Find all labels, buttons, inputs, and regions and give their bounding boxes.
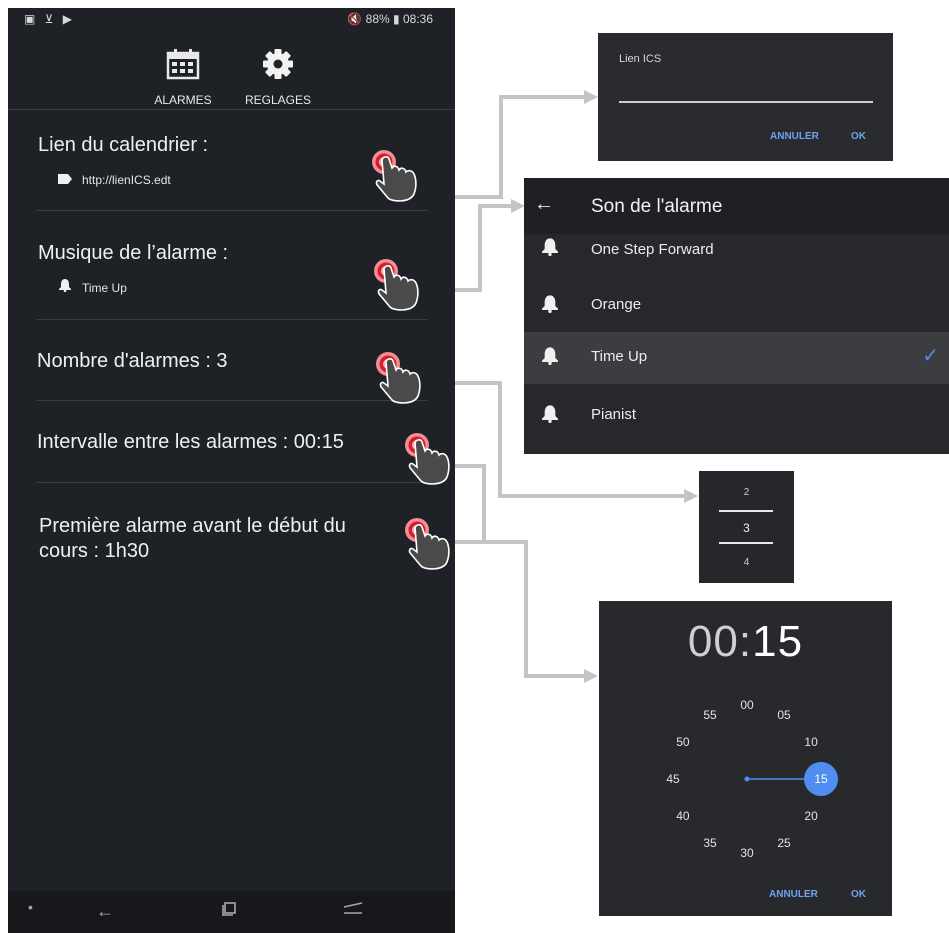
status-right-info: 🔇 88% ▮ 08:36	[347, 12, 433, 26]
sound-name: One Step Forward	[591, 241, 714, 258]
calendar-icon	[166, 49, 200, 80]
divider	[36, 400, 428, 401]
dial-center-dot	[744, 776, 750, 782]
dial-minute-label[interactable]: 35	[703, 836, 717, 850]
bell-icon	[542, 347, 558, 365]
status-bar: ▣ ⊻ ▶ 🔇 88% ▮ 08:36	[8, 8, 455, 30]
sound-list-item[interactable]: Orange	[524, 280, 949, 332]
dial-minute-label[interactable]: 25	[777, 836, 791, 850]
cancel-button[interactable]: ANNULER	[770, 131, 819, 142]
check-icon: ✓	[922, 345, 939, 367]
dial-minute-label[interactable]: 45	[666, 772, 680, 786]
bell-icon	[542, 238, 558, 256]
status-left-icons: ▣ ⊻ ▶	[24, 12, 76, 26]
picker-divider	[719, 510, 773, 512]
dial-minute-label[interactable]: 20	[804, 809, 818, 823]
sound-list-item[interactable]: Pianist	[524, 390, 949, 442]
ics-link-label: Lien ICS	[619, 53, 662, 65]
back-icon[interactable]: ←	[96, 901, 114, 922]
minute-dial[interactable]: 00 05 10 15 20 25 30 35 40 45 50 55	[599, 601, 892, 916]
ics-link-input[interactable]	[619, 101, 873, 103]
dial-minute-label[interactable]: 50	[676, 735, 690, 749]
dial-minute-label[interactable]: 10	[804, 735, 818, 749]
setting-alarm-count[interactable]: Nombre d'alarmes : 3	[37, 350, 228, 373]
setting-first-alarm[interactable]: Première alarme avant le début du cours …	[39, 514, 391, 564]
sound-name: Time Up	[591, 348, 648, 365]
bell-icon	[542, 295, 558, 313]
dial-minute-label[interactable]: 55	[703, 708, 717, 722]
bell-icon	[542, 405, 558, 423]
tab-reglages[interactable]: REGLAGES	[240, 48, 316, 107]
alarm-music-text: Time Up	[82, 281, 127, 295]
tab-alarmes-label: ALARMES	[154, 93, 212, 107]
tab-reglages-label: REGLAGES	[244, 93, 312, 107]
tap-hand-icon	[372, 150, 417, 202]
divider	[36, 482, 428, 483]
bell-icon	[59, 279, 71, 292]
tap-hand-icon	[374, 259, 419, 311]
dial-minute-label[interactable]: 40	[676, 809, 690, 823]
sound-name: Orange	[591, 296, 642, 313]
sound-name: Pianist	[591, 406, 637, 423]
setting-calendar-link-title[interactable]: Lien du calendrier :	[38, 134, 208, 157]
gear-icon	[263, 49, 293, 79]
setting-calendar-link-value[interactable]: http://lienICS.edt	[58, 173, 171, 187]
divider	[8, 109, 455, 110]
sound-list-item[interactable]: One Step Forward	[524, 228, 949, 268]
dial-minute-label[interactable]: 05	[777, 708, 791, 722]
dial-minute-label[interactable]: 00	[740, 698, 754, 712]
divider	[36, 319, 428, 320]
setting-alarm-music-title[interactable]: Musique de l’alarme :	[38, 242, 228, 265]
tap-hand-icon	[376, 352, 421, 404]
label-tag-icon	[58, 174, 72, 184]
picker-prev-value[interactable]: 2	[699, 487, 794, 498]
setting-interval[interactable]: Intervalle entre les alarmes : 00:15	[37, 431, 344, 454]
nav-dot-icon: •	[28, 899, 33, 915]
picker-current-value[interactable]: 3	[699, 521, 794, 535]
phone-screen: ▣ ⊻ ▶ 🔇 88% ▮ 08:36 ALARMES REGLAGES Lie…	[8, 8, 455, 933]
alarm-count-picker[interactable]: 2 3 4	[699, 471, 794, 583]
tap-hand-icon	[405, 518, 450, 570]
picker-divider	[719, 542, 773, 544]
sound-dialog-title: Son de l'alarme	[591, 196, 723, 217]
dial-minute-label[interactable]: 30	[740, 846, 754, 860]
picker-next-value[interactable]: 4	[699, 557, 794, 568]
dial-minute-label[interactable]: 15	[814, 772, 828, 786]
alarm-sound-dialog: ← Son de l'alarme One Step Forward Orang…	[524, 178, 949, 454]
ok-button[interactable]: OK	[851, 131, 866, 142]
back-arrow-icon[interactable]: ←	[534, 193, 554, 216]
sound-dialog-header: ← Son de l'alarme	[524, 178, 949, 234]
calendar-link-text: http://lienICS.edt	[82, 173, 171, 187]
recents-icon[interactable]	[220, 900, 238, 923]
cancel-button[interactable]: ANNULER	[769, 889, 818, 900]
tab-alarmes[interactable]: ALARMES	[148, 48, 218, 107]
divider	[36, 210, 428, 211]
setting-alarm-music-value[interactable]: Time Up	[58, 279, 127, 295]
ok-button[interactable]: OK	[851, 889, 866, 900]
home-switch-icon[interactable]	[342, 901, 364, 922]
interval-time-picker: 00:15 00 05 10 15 20 25 30 35 40 45 50 55 ANNULER O…	[599, 601, 892, 916]
nav-bar: • ←	[8, 891, 455, 933]
ics-link-dialog: Lien ICS ANNULER OK	[598, 33, 893, 161]
sound-list-item-selected[interactable]: Time Up ✓	[524, 332, 949, 384]
tap-hand-icon	[405, 433, 450, 485]
